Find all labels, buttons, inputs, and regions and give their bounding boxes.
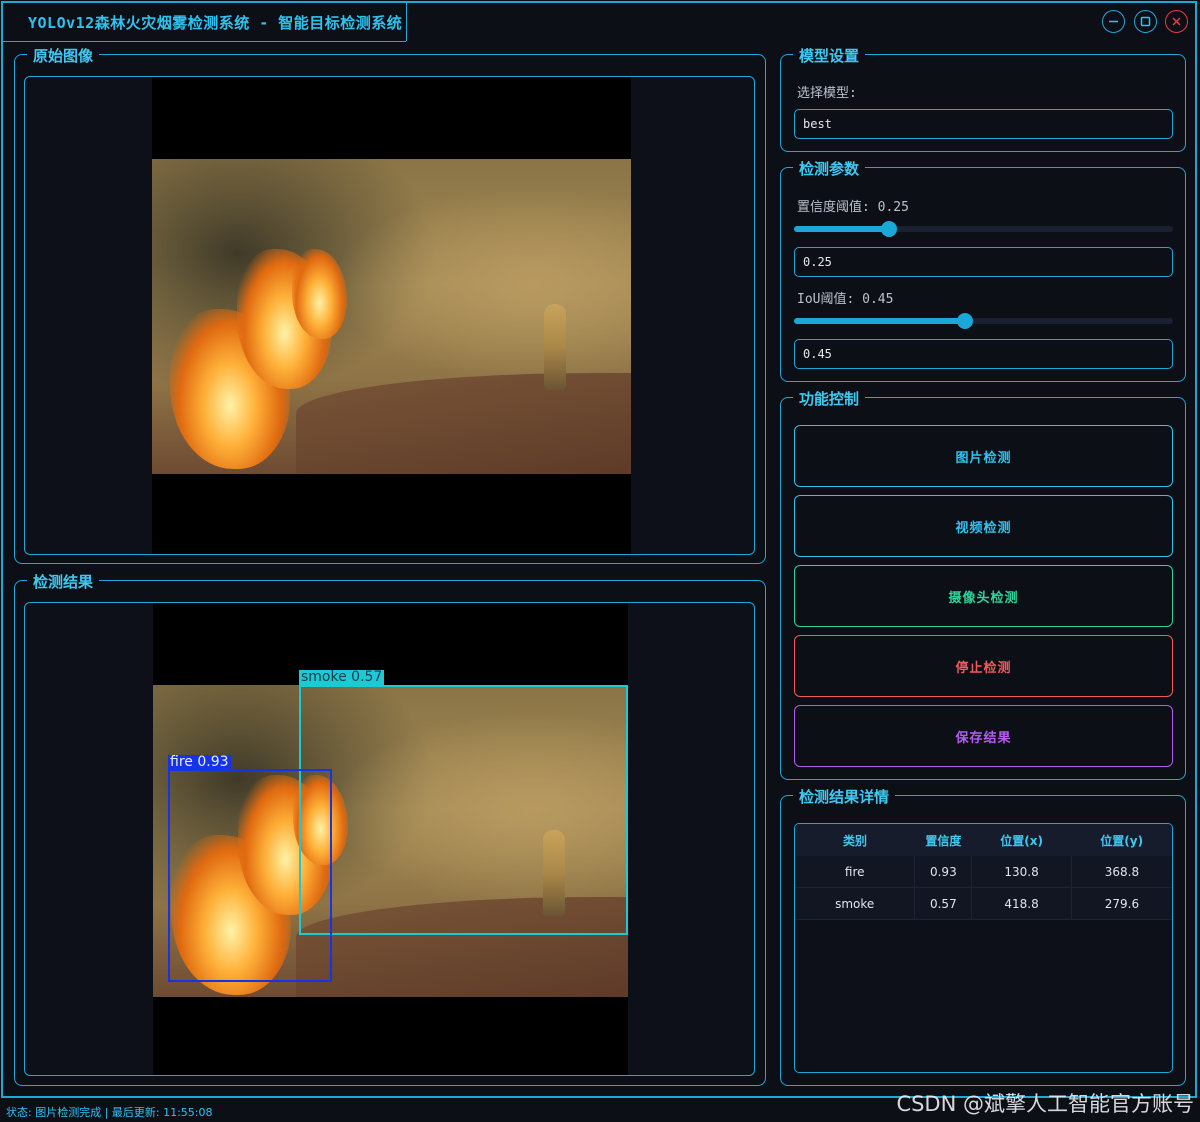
results-table-container: 类别 置信度 位置(x) 位置(y) fire 0.93 130.8 368.8… <box>794 823 1173 1073</box>
camera-detect-button[interactable]: 摄像头检测 <box>794 565 1173 627</box>
cell-y: 279.6 <box>1071 887 1172 920</box>
cell-confidence: 0.93 <box>914 856 973 888</box>
smoke-detection-box <box>299 685 628 935</box>
cell-x: 418.8 <box>971 887 1072 920</box>
original-image-title: 原始图像 <box>27 45 100 66</box>
result-image-panel: smoke 0.57 fire 0.93 <box>24 602 755 1076</box>
watermark-text: CSDN @斌擎人工智能官方账号 <box>896 1092 1194 1116</box>
stop-detect-button[interactable]: 停止检测 <box>794 635 1173 697</box>
result-image-letterbox: smoke 0.57 fire 0.93 <box>153 603 628 1075</box>
details-title: 检测结果详情 <box>793 786 896 807</box>
column-header-confidence[interactable]: 置信度 <box>914 824 972 856</box>
result-image-title: 检测结果 <box>27 571 100 592</box>
minimize-icon[interactable] <box>1102 10 1125 33</box>
original-image-letterbox <box>152 77 631 554</box>
model-select[interactable]: best <box>794 109 1173 139</box>
table-row[interactable]: fire 0.93 130.8 368.8 <box>795 856 1172 888</box>
original-image <box>152 159 631 474</box>
maximize-icon[interactable] <box>1134 10 1157 33</box>
fire-detection-box <box>168 769 332 982</box>
iou-input[interactable]: 0.45 <box>794 339 1173 369</box>
cell-class: smoke <box>795 887 916 920</box>
iou-slider[interactable] <box>794 313 1173 329</box>
video-detect-button[interactable]: 视频检测 <box>794 495 1173 557</box>
select-model-label: 选择模型: <box>797 86 857 101</box>
cell-class: fire <box>795 856 916 888</box>
smoke-detection-label: smoke 0.57 <box>299 669 385 685</box>
cell-x: 130.8 <box>971 856 1072 888</box>
controls-title: 功能控制 <box>793 388 866 409</box>
confidence-slider-fill <box>794 226 889 232</box>
app-title: YOLOv12森林火灾烟雾检测系统 - 智能目标检测系统 <box>28 14 403 32</box>
column-header-y[interactable]: 位置(y) <box>1071 824 1172 856</box>
fire-detection-label: fire 0.93 <box>168 754 231 770</box>
original-image-panel <box>24 76 755 555</box>
column-header-class[interactable]: 类别 <box>795 824 915 856</box>
status-bar-text: 状态: 图片检测完成 | 最后更新: 11:55:08 <box>6 1106 213 1119</box>
confidence-slider[interactable] <box>794 221 1173 237</box>
iou-slider-fill <box>794 318 965 324</box>
cell-confidence: 0.57 <box>914 887 973 920</box>
confidence-threshold-label: 置信度阈值: 0.25 <box>797 200 909 215</box>
iou-slider-handle[interactable] <box>956 313 973 329</box>
results-table: 类别 置信度 位置(x) 位置(y) fire 0.93 130.8 368.8… <box>795 824 1172 920</box>
table-header-row: 类别 置信度 位置(x) 位置(y) <box>795 824 1172 856</box>
column-header-x[interactable]: 位置(x) <box>971 824 1072 856</box>
confidence-slider-handle[interactable] <box>880 221 897 237</box>
close-icon[interactable] <box>1165 10 1188 33</box>
iou-threshold-label: IoU阈值: 0.45 <box>797 292 894 307</box>
cell-y: 368.8 <box>1071 856 1172 888</box>
save-result-button[interactable]: 保存结果 <box>794 705 1173 767</box>
model-settings-title: 模型设置 <box>793 45 866 66</box>
image-detect-button[interactable]: 图片检测 <box>794 425 1173 487</box>
table-row[interactable]: smoke 0.57 418.8 279.6 <box>795 887 1172 920</box>
detect-params-title: 检测参数 <box>793 158 866 179</box>
confidence-input[interactable]: 0.25 <box>794 247 1173 277</box>
